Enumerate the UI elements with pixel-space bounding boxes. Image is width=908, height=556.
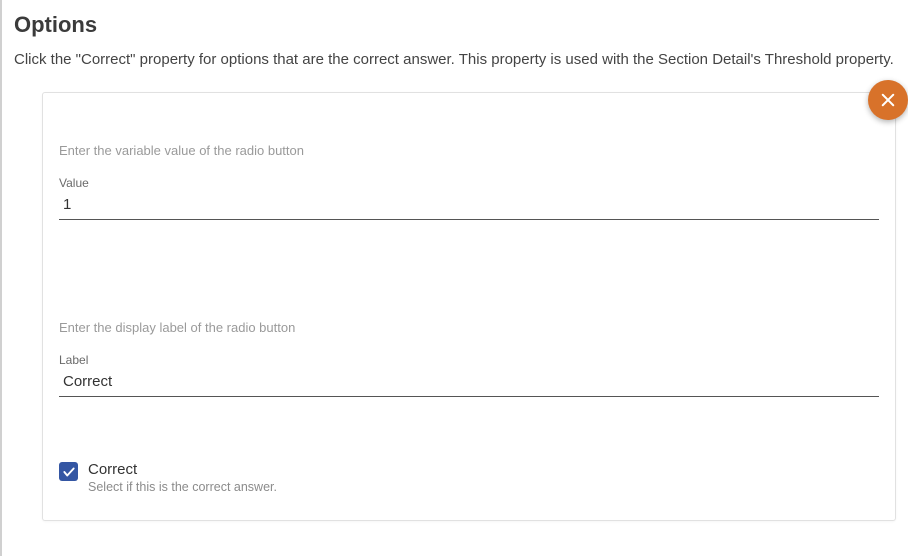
label-hint: Enter the display label of the radio but… bbox=[59, 320, 879, 335]
close-icon bbox=[879, 91, 897, 109]
value-hint: Enter the variable value of the radio bu… bbox=[59, 143, 879, 158]
value-field-group: Enter the variable value of the radio bu… bbox=[59, 143, 879, 220]
close-button[interactable] bbox=[868, 80, 908, 120]
value-input[interactable] bbox=[59, 192, 879, 220]
correct-checkbox[interactable] bbox=[59, 462, 78, 481]
correct-help: Select if this is the correct answer. bbox=[88, 480, 277, 494]
value-label: Value bbox=[59, 176, 879, 190]
label-label: Label bbox=[59, 353, 879, 367]
correct-text-block: Correct Select if this is the correct an… bbox=[88, 461, 277, 494]
label-input[interactable] bbox=[59, 369, 879, 397]
label-field-group: Enter the display label of the radio but… bbox=[59, 320, 879, 397]
option-card-wrap: Enter the variable value of the radio bu… bbox=[42, 92, 896, 521]
page-title: Options bbox=[8, 0, 908, 44]
correct-label: Correct bbox=[88, 461, 277, 478]
correct-row: Correct Select if this is the correct an… bbox=[59, 457, 879, 502]
page-description: Click the "Correct" property for options… bbox=[8, 44, 908, 92]
check-icon bbox=[62, 465, 76, 479]
option-card: Enter the variable value of the radio bu… bbox=[42, 92, 896, 521]
